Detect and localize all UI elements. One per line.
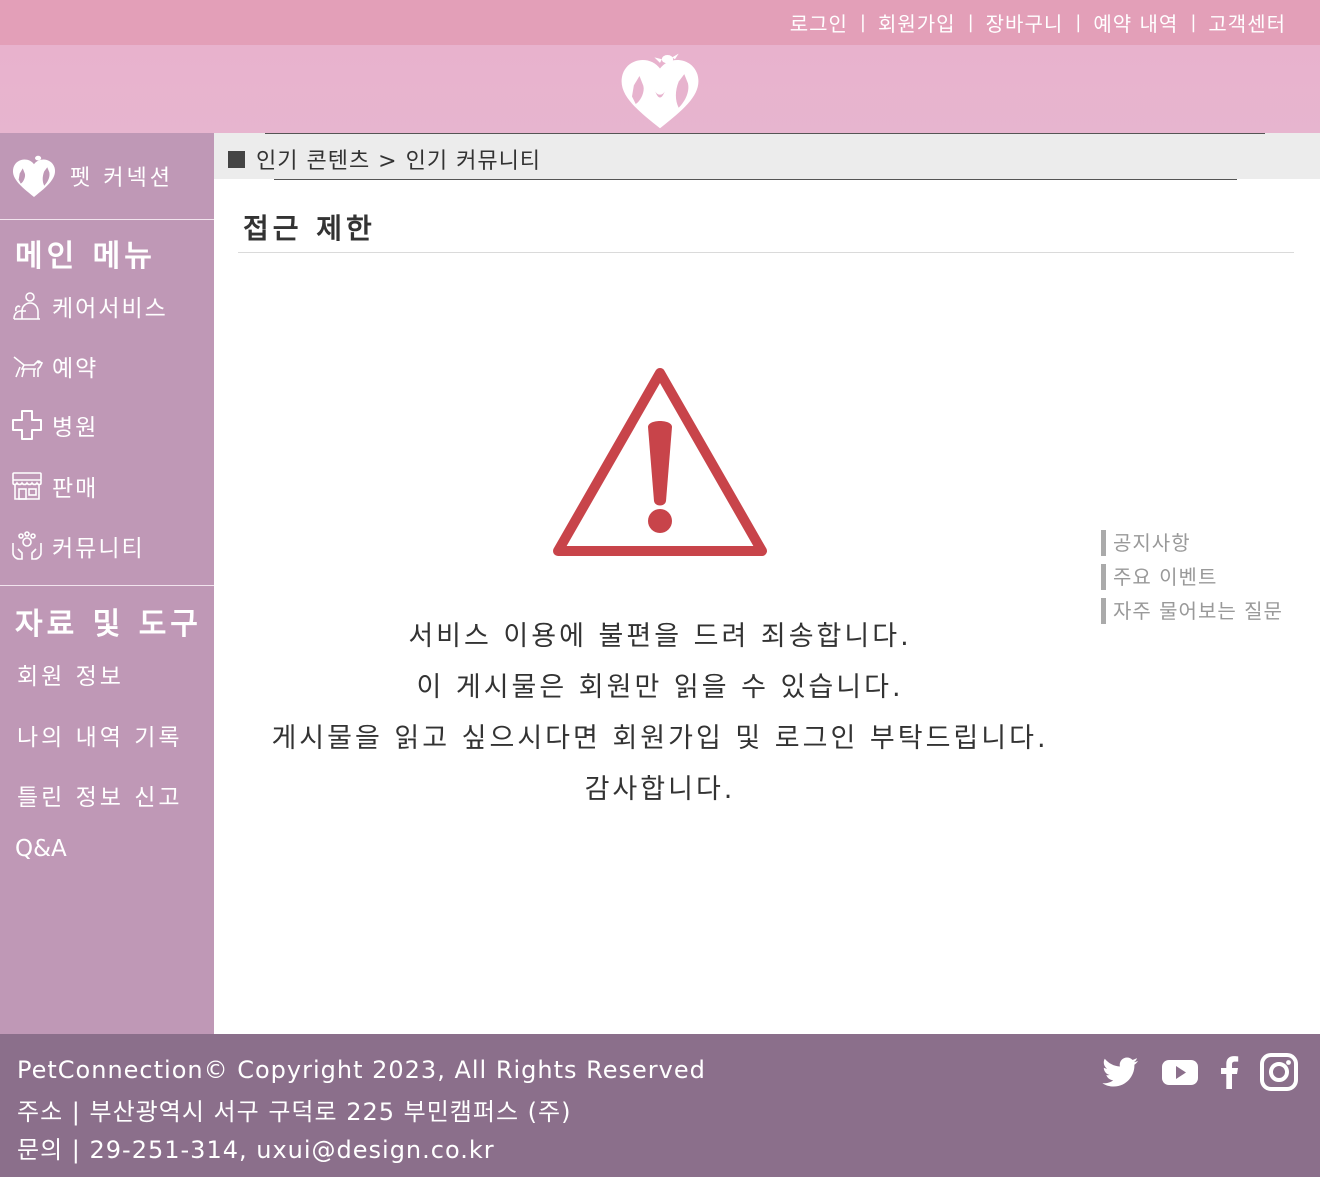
- sidebar-item-community[interactable]: 커뮤니티: [10, 529, 145, 563]
- sidebar-item-label: 예약: [52, 356, 99, 382]
- signup-link[interactable]: 회원가입: [878, 8, 956, 37]
- faq-link[interactable]: 자주 물어보는 질문: [1101, 598, 1283, 624]
- brand[interactable]: 펫 커넥션: [8, 153, 173, 199]
- nav-separator: |: [859, 12, 866, 33]
- message-line: 감사합니다.: [584, 774, 736, 805]
- breadcrumb: 인기 콘텐츠 > 인기 커뮤니티: [228, 143, 541, 175]
- pet-connection-logo[interactable]: [612, 48, 708, 132]
- footer-contact: 문의 | 29-251-314, uxui@design.co.kr: [17, 1136, 495, 1164]
- sidebar-item-label: 케어서비스: [52, 296, 168, 322]
- message-line: 게시물을 읽고 싶으시다면 회원가입 및 로그인 부탁드립니다.: [271, 723, 1049, 754]
- warning-icon: [553, 368, 767, 556]
- customer-center-link[interactable]: 고객센터: [1208, 8, 1286, 37]
- brand-logo-icon: [12, 155, 56, 197]
- top-bar: 로그인 | 회원가입 | 장바구니 | 예약 내역 | 고객센터: [0, 0, 1320, 45]
- page-title: 접근 제한: [243, 212, 376, 245]
- sidebar-item-label: 커뮤니티: [52, 536, 145, 562]
- breadcrumb-text: 인기 콘텐츠 > 인기 커뮤니티: [256, 149, 542, 174]
- nav-separator: |: [1190, 12, 1197, 33]
- instagram-icon[interactable]: [1259, 1052, 1299, 1092]
- twitter-icon[interactable]: [1101, 1052, 1141, 1092]
- events-link[interactable]: 주요 이벤트: [1101, 564, 1283, 590]
- community-hands-icon: [12, 531, 42, 560]
- youtube-icon[interactable]: [1160, 1052, 1200, 1092]
- sidebar-item-hospital[interactable]: 병원: [10, 408, 98, 442]
- sidebar-item-sales[interactable]: 판매: [10, 469, 98, 503]
- store-icon: [12, 472, 42, 500]
- title-divider: [238, 252, 1294, 253]
- reservations-link[interactable]: 예약 내역: [1093, 8, 1178, 37]
- footer-copyright: PetConnection© Copyright 2023, All Right…: [17, 1056, 706, 1084]
- sidebar-item-care-service[interactable]: 케어서비스: [10, 289, 168, 323]
- sidebar-item-my-history[interactable]: 나의 내역 기록: [17, 718, 183, 752]
- tools-title: 자료 및 도구: [15, 607, 202, 642]
- pet-care-icon: [13, 292, 40, 320]
- medical-cross-icon: [12, 410, 42, 440]
- sidebar-item-label: 병원: [52, 415, 99, 441]
- message-line: 서비스 이용에 불편을 드려 죄송합니다.: [408, 621, 912, 652]
- sidebar-divider: [0, 585, 214, 586]
- sidebar: 펫 커넥션 메인 메뉴 케어서비스 예약 병원 판매 커뮤니티 자료 및 도구 …: [0, 133, 214, 1034]
- notice-link[interactable]: 공지사항: [1101, 530, 1283, 556]
- sidebar-item-qna[interactable]: Q&A: [15, 836, 67, 862]
- breadcrumb-rule: [265, 133, 1265, 134]
- facebook-icon[interactable]: [1210, 1052, 1250, 1092]
- sidebar-item-member-info[interactable]: 회원 정보: [17, 657, 124, 691]
- sidebar-divider: [0, 219, 214, 220]
- nav-separator: |: [1075, 12, 1082, 33]
- main-menu-title: 메인 메뉴: [15, 239, 156, 274]
- header-banner: [0, 45, 1320, 133]
- dog-icon: [13, 356, 44, 378]
- sidebar-item-label: 판매: [52, 476, 99, 502]
- breadcrumb-rule: [274, 179, 1237, 180]
- brand-name: 펫 커넥션: [70, 166, 173, 191]
- square-bullet-icon: [228, 150, 245, 168]
- footer-address: 주소 | 부산광역시 서구 구덕로 225 부민캠퍼스 (주): [17, 1098, 572, 1126]
- footer: PetConnection© Copyright 2023, All Right…: [0, 1034, 1320, 1177]
- message-line: 이 게시물은 회원만 읽을 수 있습니다.: [416, 672, 904, 703]
- login-link[interactable]: 로그인: [790, 8, 848, 37]
- quick-links: 공지사항 주요 이벤트 자주 물어보는 질문: [1101, 530, 1283, 632]
- top-nav: 로그인 | 회원가입 | 장바구니 | 예약 내역 | 고객센터: [790, 8, 1286, 37]
- cart-link[interactable]: 장바구니: [986, 8, 1064, 37]
- sidebar-item-reservation[interactable]: 예약: [10, 349, 98, 383]
- sidebar-item-report-error[interactable]: 틀린 정보 신고: [17, 778, 183, 812]
- nav-separator: |: [967, 12, 974, 33]
